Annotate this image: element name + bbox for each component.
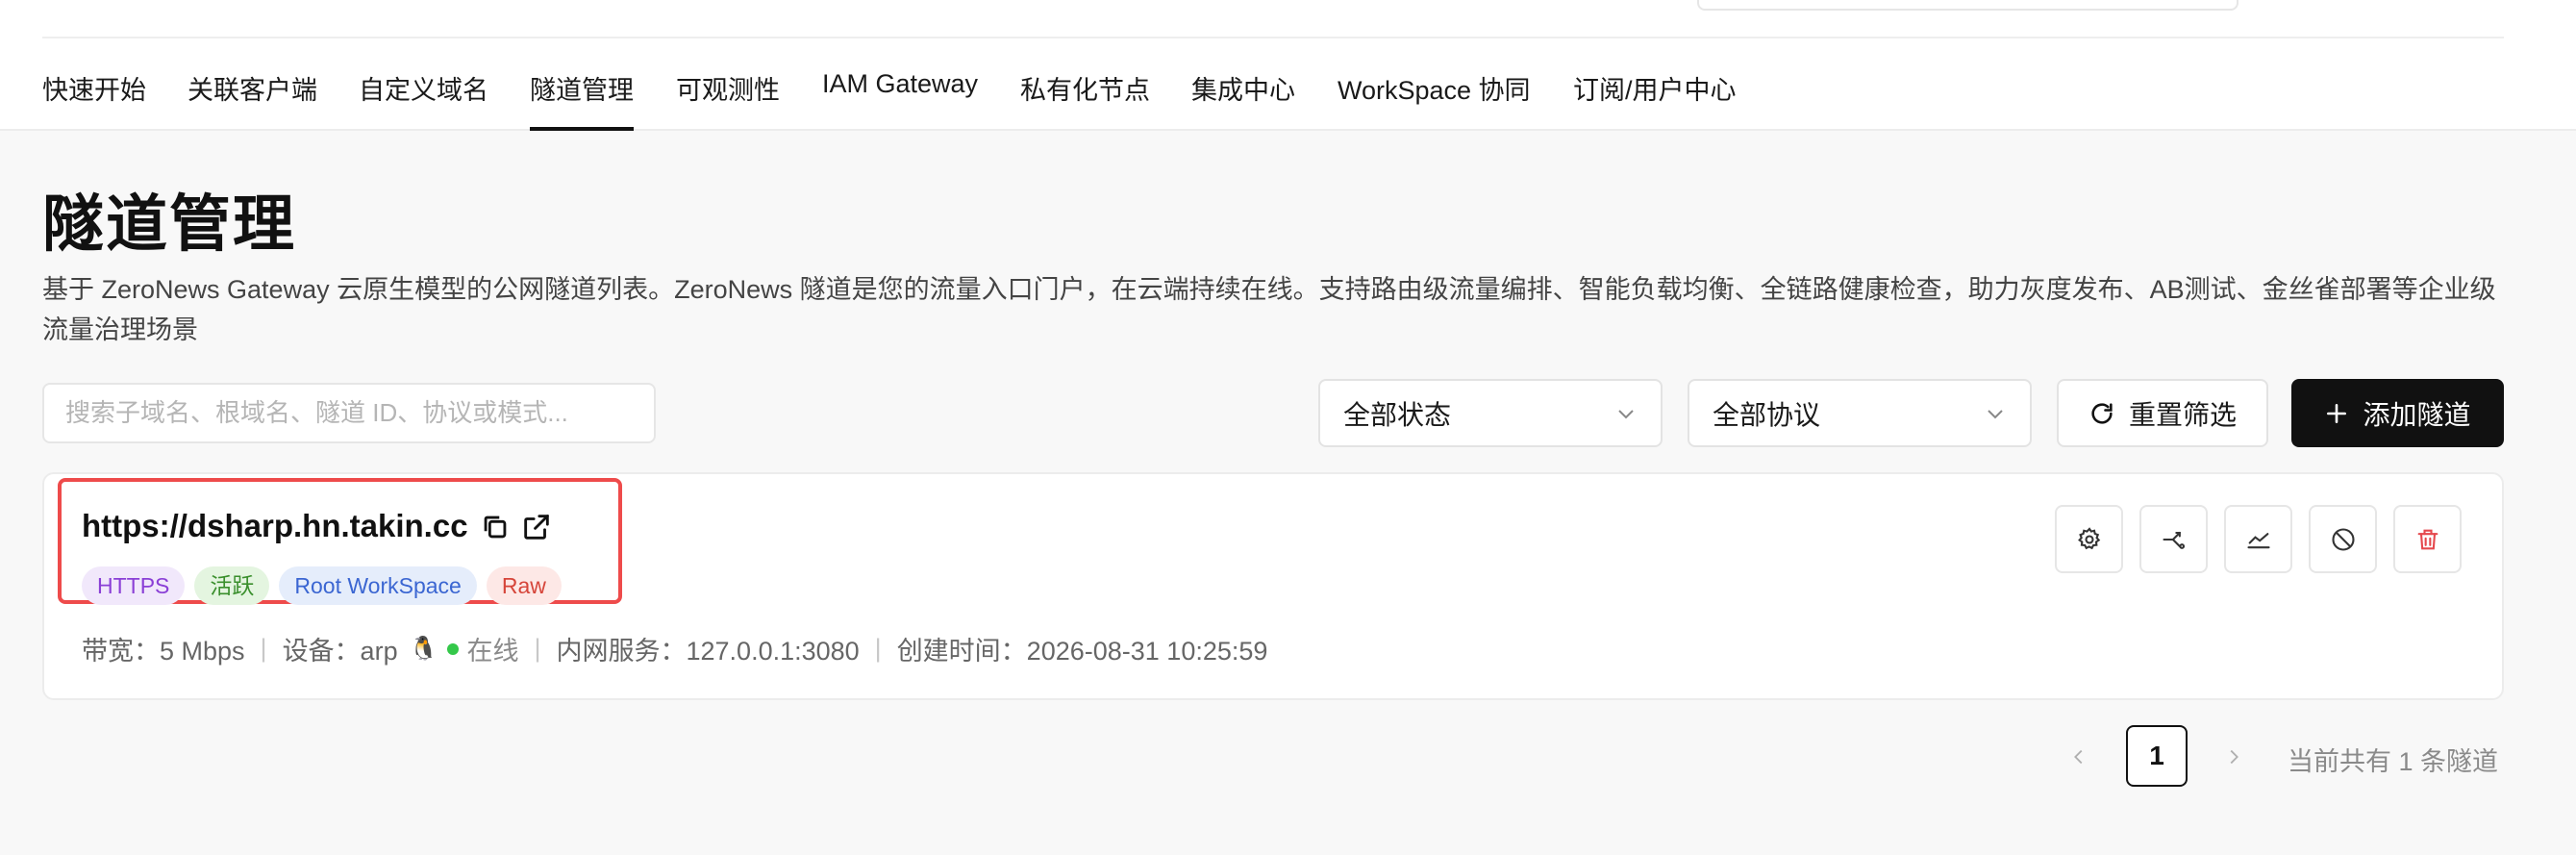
protocol-tag: HTTPS [82, 566, 186, 605]
chart-icon [2246, 532, 2270, 548]
add-tunnel-label: 添加隧道 [2363, 399, 2471, 430]
share-icon [2162, 531, 2185, 549]
gear-icon [2077, 526, 2100, 549]
nav-item-workspace[interactable]: WorkSpace 协同 [1338, 69, 1531, 131]
status-filter-select[interactable]: 全部状态 [1318, 379, 1663, 447]
bandwidth-text: 带宽：5 Mbps [82, 637, 245, 666]
next-page-button[interactable] [2214, 738, 2253, 776]
meta-separator: | [874, 634, 882, 663]
chevron-left-icon [2074, 749, 2083, 765]
status-tag: 活跃 [194, 566, 270, 605]
settings-button[interactable] [2055, 505, 2123, 573]
pagination-total: 当前共有 1 条隧道 [2288, 747, 2499, 776]
meta-separator: | [534, 634, 541, 663]
add-tunnel-button[interactable]: 添加隧道 [2291, 379, 2504, 447]
protocol-filter-value: 全部协议 [1713, 399, 1821, 430]
main-nav: 快速开始 关联客户端 自定义域名 隧道管理 可观测性 IAM Gateway 私… [0, 0, 2576, 131]
tunnel-meta: 带宽：5 Mbps | 设备：arp 🐧 在线 | 内网服务：127.0.0.1… [82, 630, 1267, 667]
chevron-right-icon [2230, 749, 2238, 765]
device-text: 设备：arp [282, 637, 398, 666]
nav-item-private-nodes[interactable]: 私有化节点 [1020, 69, 1150, 131]
top-navigation-bar: 快速开始 关联客户端 自定义域名 隧道管理 可观测性 IAM Gateway 私… [0, 0, 2576, 131]
chevron-down-icon [1618, 409, 1634, 418]
reset-filters-button[interactable]: 重置筛选 [2057, 379, 2268, 447]
nav-item-tunnels[interactable]: 隧道管理 [530, 69, 634, 131]
protocol-filter-select[interactable]: 全部协议 [1688, 379, 2032, 447]
tunnel-url[interactable]: https://dsharp.hn.takin.cc [82, 508, 468, 544]
reset-filters-label: 重置筛选 [2128, 399, 2237, 430]
nav-item-quick-start[interactable]: 快速开始 [42, 69, 146, 131]
online-status-dot [447, 642, 460, 655]
chevron-down-icon [1988, 409, 2003, 418]
trash-icon [2417, 529, 2438, 549]
search-input[interactable] [42, 383, 656, 443]
service-text: 内网服务：127.0.0.1:3080 [556, 637, 860, 666]
copy-icon[interactable] [479, 511, 512, 543]
workspace-tag: Root WorkSpace [279, 566, 477, 605]
nav-item-clients[interactable]: 关联客户端 [188, 69, 317, 131]
created-time-text: 创建时间：2026-08-31 10:25:59 [896, 637, 1268, 666]
route-button[interactable] [2139, 505, 2208, 573]
page-number-button[interactable]: 1 [2126, 725, 2188, 787]
disable-button[interactable] [2309, 505, 2377, 573]
meta-separator: | [260, 634, 267, 663]
page-description: 基于 ZeroNews Gateway 云原生模型的公网隧道列表。ZeroNew… [42, 275, 2496, 344]
nav-item-iam-gateway[interactable]: IAM Gateway [822, 69, 978, 131]
metrics-button[interactable] [2224, 505, 2292, 573]
nav-item-subscription[interactable]: 订阅/用户中心 [1573, 69, 1737, 131]
status-filter-value: 全部状态 [1343, 399, 1452, 430]
online-status-text: 在线 [466, 637, 519, 666]
mode-tag: Raw [486, 566, 562, 605]
refresh-icon [2091, 402, 2113, 424]
linux-icon: 🐧 [409, 636, 438, 662]
external-link-icon[interactable] [520, 511, 553, 543]
ban-icon [2331, 527, 2355, 551]
nav-item-observability[interactable]: 可观测性 [676, 69, 780, 131]
nav-item-custom-domains[interactable]: 自定义域名 [359, 69, 488, 131]
previous-page-button[interactable] [2060, 738, 2098, 776]
delete-button[interactable] [2393, 505, 2462, 573]
nav-item-integrations[interactable]: 集成中心 [1191, 69, 1295, 131]
page-title: 隧道管理 [42, 189, 296, 259]
tunnel-tags: HTTPS 活跃 Root WorkSpace Raw [82, 566, 562, 605]
plus-icon [2327, 403, 2347, 423]
